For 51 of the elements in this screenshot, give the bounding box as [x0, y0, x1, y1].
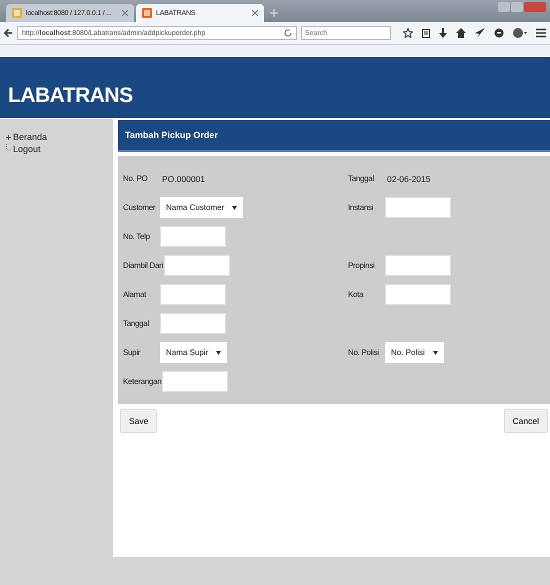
input-field[interactable]	[160, 313, 226, 334]
field-label: No. Telp	[123, 232, 151, 241]
sidebar-link[interactable]: Beranda	[13, 132, 48, 142]
input-field[interactable]	[160, 226, 226, 247]
reload-icon[interactable]	[284, 29, 292, 37]
field-label: Tanggal	[348, 174, 375, 183]
field-label: Instansi	[348, 203, 374, 212]
back-icon[interactable]	[4, 28, 13, 38]
input-field[interactable]	[385, 197, 451, 218]
window-controls[interactable]	[498, 2, 546, 12]
field-label: Supir	[123, 348, 142, 357]
field-label: No. Polisi	[348, 348, 380, 357]
field-label: Alamat	[123, 290, 148, 299]
field-label: Propinsi	[348, 261, 376, 270]
panel-title: Tambah Pickup Order	[125, 130, 218, 140]
caret-icon	[216, 350, 222, 354]
cancel-button[interactable]: Cancel	[504, 409, 548, 433]
save-button[interactable]: Save	[120, 409, 158, 433]
caret-icon	[232, 206, 238, 210]
dropdown[interactable]: Nama Supir	[160, 342, 228, 363]
input-field[interactable]	[385, 284, 451, 305]
new-tab-icon[interactable]	[270, 9, 278, 17]
input-field[interactable]	[164, 255, 230, 276]
download-icon[interactable]	[439, 28, 447, 38]
menu-icon[interactable]	[536, 28, 546, 38]
field-label: Tanggal	[123, 319, 150, 328]
star-icon[interactable]	[403, 28, 413, 38]
input-field[interactable]	[160, 284, 226, 305]
dropdown[interactable]: Nama Customer	[160, 197, 244, 218]
field-value: PO.000001	[162, 174, 206, 184]
close-icon[interactable]	[252, 10, 258, 16]
field-label: Diambil Dari	[123, 261, 163, 270]
caret-icon	[432, 350, 438, 354]
page-icon	[12, 8, 22, 18]
field-value: 02-06-2015	[387, 174, 430, 184]
site-title: LABATRANS	[8, 84, 133, 108]
sidebar-link[interactable]: Logout	[13, 144, 41, 154]
dropdown[interactable]: No. Polisi	[385, 342, 444, 363]
field-label: No. PO	[123, 174, 148, 183]
expand-icon[interactable]	[6, 134, 11, 140]
page-icon	[142, 8, 152, 18]
input-field[interactable]	[162, 371, 228, 392]
field-label: Customer	[123, 203, 156, 212]
send-icon[interactable]	[475, 28, 485, 38]
field-label: Keterangan	[123, 377, 162, 386]
home-icon[interactable]	[456, 28, 466, 38]
field-label: Kota	[348, 290, 364, 299]
avatar-icon[interactable]	[513, 28, 527, 38]
close-icon[interactable]	[122, 10, 128, 16]
input-field[interactable]	[385, 255, 451, 276]
clipboard-icon[interactable]	[422, 28, 430, 38]
